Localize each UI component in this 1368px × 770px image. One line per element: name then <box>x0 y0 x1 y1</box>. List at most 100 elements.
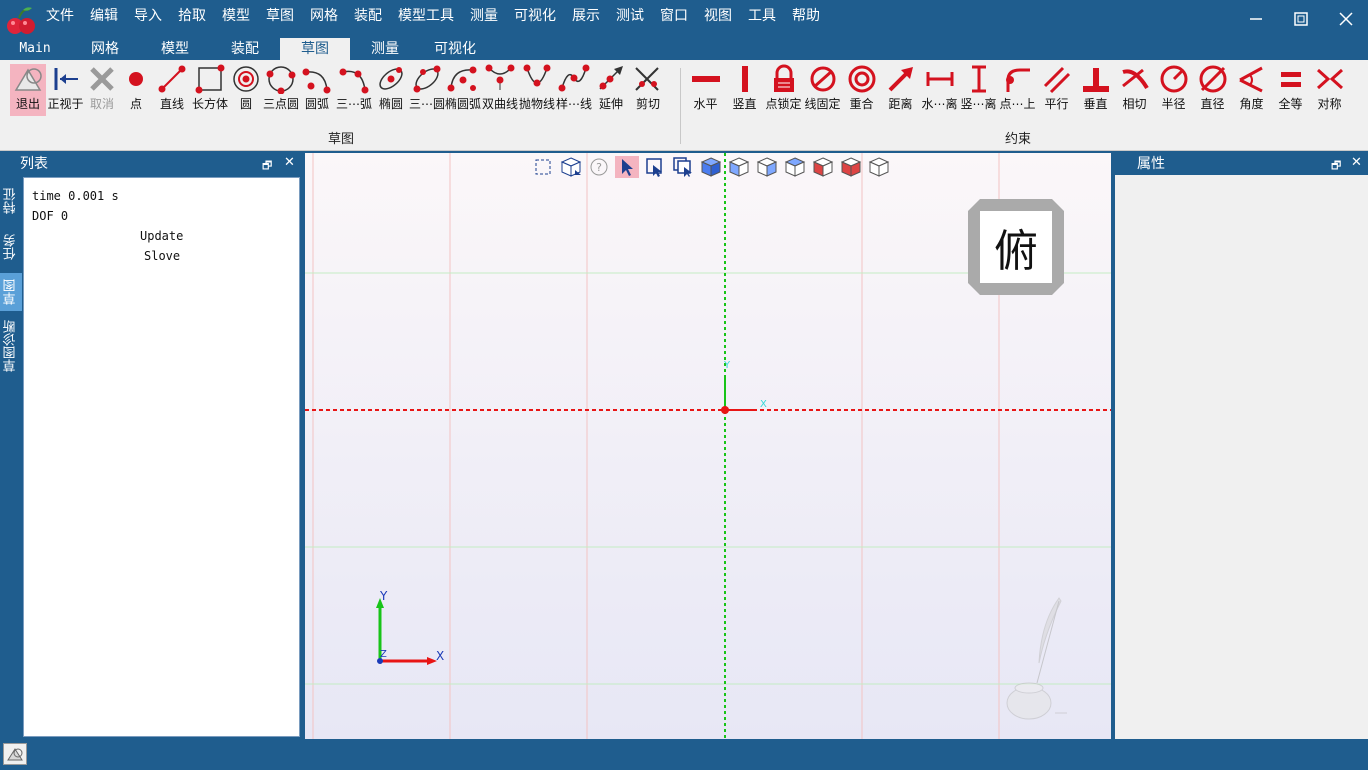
ribbon-tab[interactable]: 模型 <box>140 38 210 60</box>
view-wireframe-icon[interactable] <box>867 156 891 178</box>
help-icon[interactable]: ? <box>587 156 611 178</box>
ribbon-tab[interactable]: 测量 <box>350 38 420 60</box>
menu-item[interactable]: 工具 <box>740 6 784 26</box>
tool-button[interactable]: 竖⋯离 <box>959 64 998 116</box>
tool-button[interactable]: 直径 <box>1193 64 1232 116</box>
tool-button[interactable]: 样⋯线 <box>555 64 593 116</box>
view-front-icon[interactable] <box>727 156 751 178</box>
view-shaded-icon[interactable] <box>811 156 835 178</box>
tool-button[interactable]: 三点圆 <box>263 64 299 116</box>
box-select-icon[interactable] <box>643 156 667 178</box>
tool-button[interactable]: 距离 <box>881 64 920 116</box>
tool-button[interactable]: 退出 <box>10 64 46 116</box>
float-properties-icon[interactable]: 🗗 <box>1331 157 1341 176</box>
tool-button[interactable]: 对称 <box>1310 64 1349 116</box>
tool-label: 抛物线 <box>519 97 556 111</box>
close-button[interactable] <box>1323 0 1368 38</box>
minimize-button[interactable] <box>1233 0 1278 38</box>
menu-item[interactable]: 草图 <box>258 6 302 26</box>
close-properties-icon[interactable]: ✕ <box>1351 155 1362 170</box>
tool-button[interactable]: 竖直 <box>725 64 764 116</box>
maximize-button[interactable] <box>1278 0 1323 38</box>
tool-button[interactable]: 线固定 <box>803 64 842 116</box>
trim-icon <box>632 64 664 94</box>
view-orientation-icon[interactable] <box>559 156 583 178</box>
fit-all-icon[interactable] <box>531 156 555 178</box>
view-right-icon[interactable] <box>755 156 779 178</box>
view-cube[interactable]: 俯 <box>968 199 1064 295</box>
view-hidden-line-icon[interactable] <box>839 156 863 178</box>
menu-item[interactable]: 展示 <box>564 6 608 26</box>
menu-item[interactable]: 模型 <box>214 6 258 26</box>
menu-item[interactable]: 模型工具 <box>390 6 462 26</box>
tool-button[interactable]: 点⋯上 <box>998 64 1037 116</box>
menu-item[interactable]: 帮助 <box>784 6 828 26</box>
menu-item[interactable]: 可视化 <box>506 6 564 26</box>
ribbon-tab[interactable]: 装配 <box>210 38 280 60</box>
tool-button[interactable]: 三⋯圆 <box>409 64 445 116</box>
tool-button[interactable]: 点 <box>119 64 153 116</box>
ribbon-tab[interactable]: 可视化 <box>420 38 490 60</box>
tool-button[interactable]: 椭圆弧 <box>445 64 481 116</box>
tool-button[interactable]: 重合 <box>842 64 881 116</box>
menu-item[interactable]: 装配 <box>346 6 390 26</box>
float-panel-icon[interactable]: 🗗 <box>262 157 272 176</box>
tool-button[interactable]: 点锁定 <box>764 64 803 116</box>
sketch-status-icon[interactable] <box>3 743 27 765</box>
tool-button[interactable]: 剪切 <box>629 64 667 116</box>
tool-button[interactable]: 平行 <box>1037 64 1076 116</box>
tool-button[interactable]: 半径 <box>1154 64 1193 116</box>
menu-item[interactable]: 导入 <box>126 6 170 26</box>
tool-button[interactable]: 三⋯弧 <box>335 64 373 116</box>
tool-button[interactable]: 长方体 <box>191 64 229 116</box>
vertical-tab[interactable]: 草图 <box>0 273 22 311</box>
menu-item[interactable]: 文件 <box>38 6 82 26</box>
vertical-tab[interactable]: 特征 <box>0 181 22 221</box>
distance-icon <box>885 64 917 94</box>
tool-button[interactable]: 延伸 <box>593 64 629 116</box>
window-select-icon[interactable] <box>671 156 695 178</box>
tool-label: 线固定 <box>804 97 841 111</box>
menu-item[interactable]: 编辑 <box>82 6 126 26</box>
menu-item[interactable]: 测量 <box>462 6 506 26</box>
tool-label: 样⋯线 <box>555 97 592 111</box>
tool-button[interactable]: 相切 <box>1115 64 1154 116</box>
tool-button[interactable]: 取消 <box>85 64 119 116</box>
menu-item[interactable]: 测试 <box>608 6 652 26</box>
menu-item[interactable]: 窗口 <box>652 6 696 26</box>
menu-item[interactable]: 视图 <box>696 6 740 26</box>
menu-item[interactable]: 网格 <box>302 6 346 26</box>
close-panel-icon[interactable]: ✕ <box>284 155 295 170</box>
tool-button[interactable]: 正视于 <box>46 64 85 116</box>
tool-button[interactable]: 全等 <box>1271 64 1310 116</box>
ribbon-tab[interactable]: 网格 <box>70 38 140 60</box>
view-top-icon[interactable] <box>783 156 807 178</box>
tool-button[interactable]: 椭圆 <box>373 64 409 116</box>
tool-button[interactable]: 直线 <box>153 64 191 116</box>
update-button[interactable]: Update <box>32 226 291 246</box>
sketch-group-label: 草图 <box>328 132 355 147</box>
vertical-tab[interactable]: 草图诊断 <box>0 315 22 377</box>
tool-button[interactable]: 角度 <box>1232 64 1271 116</box>
tool-button[interactable]: 水⋯离 <box>920 64 959 116</box>
select-arrow-icon[interactable] <box>615 156 639 178</box>
tool-button[interactable]: 圆 <box>229 64 263 116</box>
exit-sketch-icon <box>12 64 44 94</box>
tool-button[interactable]: 双曲线 <box>481 64 519 116</box>
view-iso-icon[interactable] <box>699 156 723 178</box>
3d-viewport[interactable]: Y X ? 俯 Y X Z <box>305 153 1111 739</box>
tool-label: 半径 <box>1161 97 1186 111</box>
tool-label: 三⋯弧 <box>335 97 372 111</box>
menu-item[interactable]: 拾取 <box>170 6 214 26</box>
tool-button[interactable]: 垂直 <box>1076 64 1115 116</box>
ribbon-tab[interactable]: 草图 <box>280 38 350 60</box>
tool-button[interactable]: 圆弧 <box>299 64 335 116</box>
solve-button[interactable]: Slove <box>32 246 291 266</box>
tool-button[interactable]: 抛物线 <box>519 64 555 116</box>
ribbon-tab[interactable]: Main <box>0 38 70 60</box>
vertical-tab[interactable]: 任务 <box>0 225 22 269</box>
tool-button[interactable]: 水平 <box>686 64 725 116</box>
list-time-line: time 0.001 s <box>32 189 119 203</box>
window-controls <box>1233 0 1368 38</box>
ellipse-icon <box>375 64 407 94</box>
